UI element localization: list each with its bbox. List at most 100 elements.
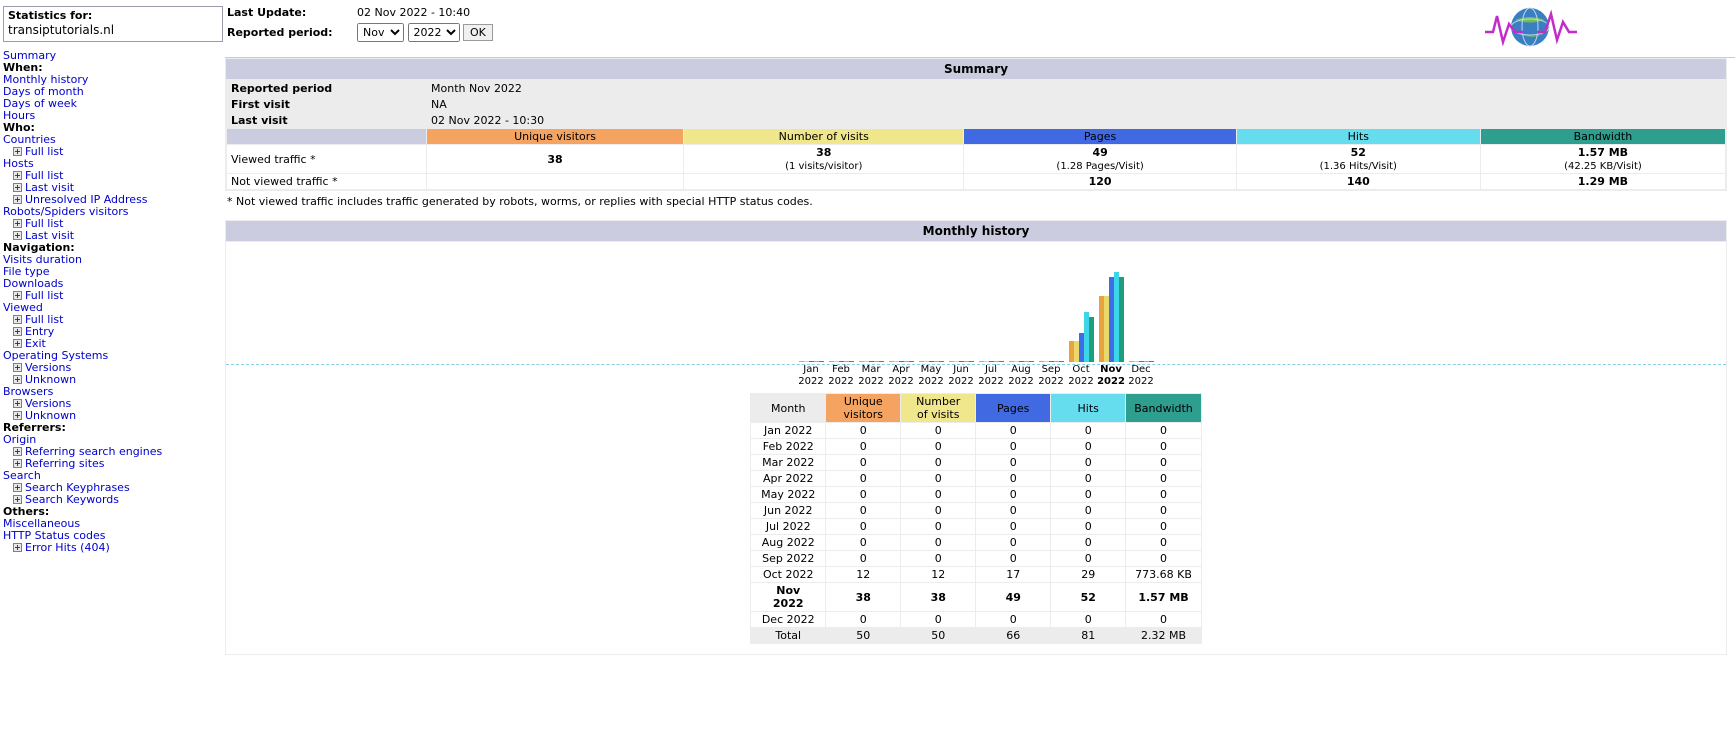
sidebar-row: Navigation: [3,240,225,254]
sidebar-row: File type [3,265,225,278]
viewed-traffic-row-pages: 49 (1.28 Pages/Visit) [963,144,1237,174]
monthly-row-unique-visitors: 0 [825,550,902,567]
sidebar-row: Versions [3,361,225,374]
chart-bar [878,361,884,362]
monthly-row-hits: 52 [1050,582,1127,612]
monthly-row-hits: 0 [1050,518,1127,535]
monthly-row-visits: 0 [900,470,977,487]
monthly-row-month: Mar 2022 [750,454,827,471]
monthly-row-hits: 0 [1050,550,1127,567]
summary-info-value: 02 Nov 2022 - 10:30 [426,112,1726,129]
year-select[interactable]: 202020212022 [407,23,460,42]
summary-col-header-hits: Hits [1235,128,1481,145]
summary-header-row: Unique visitors Number of visits Pages Hits… [226,128,1727,145]
expand-plus-icon [13,494,22,504]
summary-info-row: First visit NA [226,96,1726,113]
monthly-table-row: May 2022 0 0 0 0 0 [750,486,1202,503]
monthly-table-row: Aug 2022 0 0 0 0 0 [750,534,1202,551]
monthly-table-row: Nov 2022 38 38 49 52 1.57 MB [750,582,1202,612]
monthly-col-header-pages: Pages [975,393,1052,423]
sidebar-row: Referrers: [3,420,225,434]
monthly-total-bandwidth: 2.32 MB [1125,627,1202,644]
sidebar-row: Robots/Spiders visitors [3,205,225,219]
not-viewed-traffic-row-visits [683,173,965,190]
sidebar-row: Downloads [3,277,225,290]
monthly-table-row: Jun 2022 0 0 0 0 0 [750,502,1202,519]
sidebar-row: Unresolved IP Address [3,193,225,206]
report-header: Last Update: 02 Nov 2022 - 10:40 Reporte… [225,0,1735,58]
monthly-history-chart: Jan 2022 Feb 2022 Mar 2022 Apr 2022 May 2022 Jun 20… [226,242,1726,387]
monthly-row-visits: 0 [900,454,977,471]
monthly-total-pages: 66 [975,627,1052,644]
sidebar-row: Full list [3,145,225,158]
ok-button[interactable]: OK [463,24,493,41]
sidebar-item-error-hits-404[interactable]: Error Hits (404) [25,541,110,555]
sidebar-row: Referring search engines [3,445,225,458]
sidebar-item-robots-spiders-visitors[interactable]: Robots/Spiders visitors [3,205,129,219]
monthly-row-bandwidth: 0 [1125,438,1202,455]
chart-month-group [886,267,916,362]
monthly-table-row: Oct 2022 12 12 17 29 773.68 KB [750,566,1202,583]
monthly-row-unique-visitors: 12 [825,566,902,583]
sidebar-row: Hosts [3,157,225,170]
monthly-row-unique-visitors: 0 [825,611,902,628]
expand-plus-icon [13,446,22,456]
not-viewed-traffic-row-label: Not viewed traffic * [226,173,427,190]
monthly-row-month: Sep 2022 [750,550,827,567]
summary-info-row: Reported period Month Nov 2022 [226,80,1726,97]
chart-month-group [856,267,886,362]
monthly-history-title: Monthly history [225,220,1727,242]
monthly-row-month: Aug 2022 [750,534,827,551]
expand-plus-icon [13,362,22,372]
sidebar-row: Hours [3,109,225,122]
chart-x-label: Apr 2022 [888,364,914,387]
site-name: transiptutorials.nl [8,22,115,37]
summary-col-header-bandwidth: Bandwidth [1479,128,1727,145]
awstats-logo-icon [1475,2,1585,52]
monthly-row-unique-visitors: 0 [825,470,902,487]
monthly-history-table: Month Unique visitors Number of visits Page… [750,393,1202,644]
monthly-row-month: Jan 2022 [750,422,827,439]
expand-plus-icon [13,458,22,468]
chart-bar [818,361,824,362]
monthly-col-header-unique-visitors: Unique visitors [825,393,902,423]
month-select[interactable]: JanFebMarAprMayJunJulAugSepOctNovDec [357,23,404,42]
monthly-row-pages: 0 [975,550,1052,567]
monthly-row-month: Oct 2022 [750,566,827,583]
monthly-history-section: Monthly history Jan 2022 Feb 2022 Mar 2022 Apr… [225,220,1727,655]
chart-month-group [796,267,826,362]
expand-plus-icon [13,194,22,204]
expand-plus-icon [13,146,22,156]
viewed-traffic-row-hits: 52 (1.36 Hits/Visit) [1235,144,1481,174]
viewed-traffic-row-label: Viewed traffic * [226,144,427,174]
monthly-row-unique-visitors: 0 [825,454,902,471]
sidebar-group-referrers: Referrers: [3,420,66,434]
not-viewed-traffic-row-bandwidth: 1.29 MB [1479,173,1727,190]
viewed-traffic-row-visits: 38 (1 visits/visitor) [683,144,965,174]
not-viewed-traffic-row-unique-visitors [425,173,685,190]
monthly-row-pages: 0 [975,502,1052,519]
monthly-row-visits: 0 [900,422,977,439]
chart-month-group [1126,267,1156,362]
monthly-row-bandwidth: 773.68 KB [1125,566,1202,583]
monthly-row-month: Feb 2022 [750,438,827,455]
summary-info-label: Reported period [226,80,427,97]
expand-plus-icon [13,218,22,228]
monthly-table-row: Dec 2022 0 0 0 0 0 [750,611,1202,628]
awstats-page: Statistics for: transiptutorials.nl Summ… [0,0,1735,732]
summary-info-value: Month Nov 2022 [426,80,1726,97]
chart-month-group [1036,267,1066,362]
monthly-table-row: Apr 2022 0 0 0 0 0 [750,470,1202,487]
monthly-total-row: Total 50 50 66 81 2.32 MB [750,627,1202,644]
chart-x-label: Jun 2022 [948,364,974,387]
not-viewed-traffic-row-hits: 140 [1235,173,1481,190]
chart-x-label: Sep 2022 [1038,364,1064,387]
sidebar: Statistics for: transiptutorials.nl Summ… [0,0,225,732]
sidebar-group-navigation: Navigation: [3,240,75,254]
monthly-row-bandwidth: 0 [1125,550,1202,567]
chart-bar [1028,361,1034,362]
sidebar-row: When: [3,61,225,74]
summary-title: Summary [225,58,1727,80]
monthly-row-hits: 0 [1050,470,1127,487]
monthly-row-visits: 0 [900,534,977,551]
